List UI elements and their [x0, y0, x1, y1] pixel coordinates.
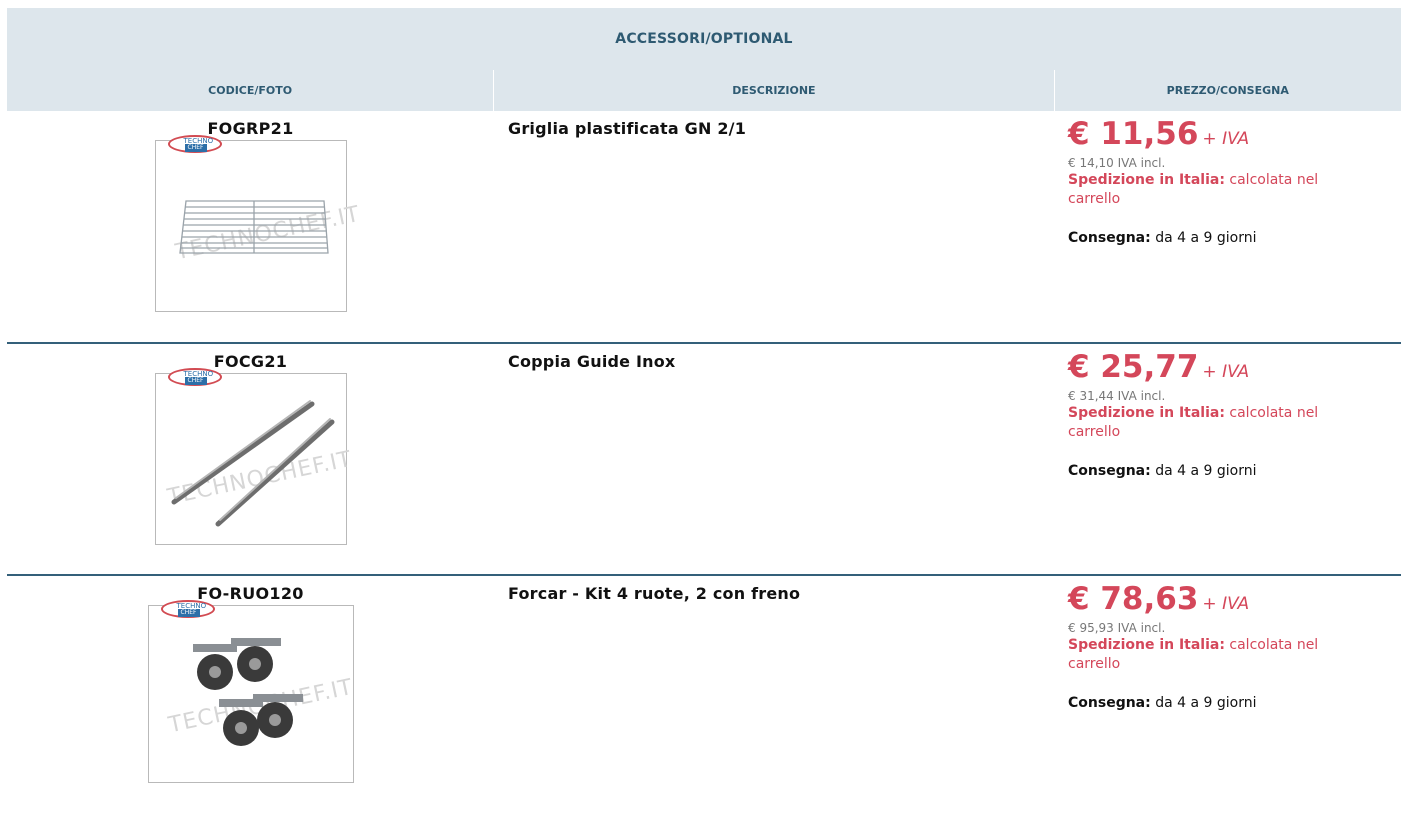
header-price: PREZZO/CONSEGNA [1055, 70, 1401, 111]
shipping-info: Spedizione in Italia: calcolata nel carr… [1068, 636, 1358, 674]
table-row: FOGRP21 TECHNO CHEF TECHNOCHEF.IT [7, 111, 1401, 344]
description-cell: Griglia plastificata GN 2/1 [494, 111, 1054, 344]
price-incl-vat: € 14,10 IVA incl. [1068, 156, 1401, 170]
iva-label: + IVA [1202, 594, 1249, 614]
shipping-info: Spedizione in Italia: calcolata nel carr… [1068, 171, 1358, 209]
description-cell: Forcar - Kit 4 ruote, 2 con freno [494, 576, 1054, 816]
shipping-info: Spedizione in Italia: calcolata nel carr… [1068, 404, 1358, 442]
product-description[interactable]: Forcar - Kit 4 ruote, 2 con freno [508, 584, 1054, 603]
code-photo-cell: FO-RUO120 TECHNO CHEF TECHNOCHEF.IT [7, 576, 494, 816]
price-incl-vat: € 31,44 IVA incl. [1068, 389, 1401, 403]
table-row: FO-RUO120 TECHNO CHEF TECHNOCHEF.IT [7, 576, 1401, 816]
price: € 78,63+ IVA [1068, 582, 1401, 621]
price-cell: € 11,56+ IVA € 14,10 IVA incl. Spedizion… [1054, 111, 1401, 344]
product-photo[interactable]: TECHNO CHEF TECHNOCHEF.IT [155, 140, 347, 312]
product-code[interactable]: FOCG21 [214, 352, 287, 371]
description-cell: Coppia Guide Inox [494, 344, 1054, 576]
iva-label: + IVA [1202, 362, 1249, 382]
caster-wheels-icon [149, 606, 353, 782]
table-title: ACCESSORI/OPTIONAL [7, 8, 1401, 70]
product-photo[interactable]: TECHNO CHEF TECHNOCHEF.IT [155, 373, 347, 545]
price-cell: € 25,77+ IVA € 31,44 IVA incl. Spedizion… [1054, 344, 1401, 576]
code-photo-cell: FOCG21 TECHNO CHEF TECHNOCHEF.IT [7, 344, 494, 576]
rail-guides-icon [156, 374, 346, 544]
delivery-info: Consegna: da 4 a 9 giorni [1068, 230, 1401, 246]
table-header-row: CODICE/FOTO DESCRIZIONE PREZZO/CONSEGNA [7, 70, 1401, 111]
table-row: FOCG21 TECHNO CHEF TECHNOCHEF.IT [7, 344, 1401, 576]
price-cell: € 78,63+ IVA € 95,93 IVA incl. Spedizion… [1054, 576, 1401, 816]
delivery-info: Consegna: da 4 a 9 giorni [1068, 695, 1401, 711]
price: € 25,77+ IVA [1068, 350, 1401, 389]
price: € 11,56+ IVA [1068, 117, 1401, 156]
product-description[interactable]: Coppia Guide Inox [508, 352, 1054, 371]
product-description[interactable]: Griglia plastificata GN 2/1 [508, 119, 1054, 138]
wire-grid-icon [156, 141, 346, 311]
iva-label: + IVA [1202, 129, 1249, 149]
delivery-info: Consegna: da 4 a 9 giorni [1068, 463, 1401, 479]
accessories-table: ACCESSORI/OPTIONAL CODICE/FOTO DESCRIZIO… [7, 8, 1401, 816]
price-incl-vat: € 95,93 IVA incl. [1068, 621, 1401, 635]
header-description: DESCRIZIONE [494, 70, 1054, 111]
code-photo-cell: FOGRP21 TECHNO CHEF TECHNOCHEF.IT [7, 111, 494, 344]
header-code: CODICE/FOTO [7, 70, 494, 111]
product-photo[interactable]: TECHNO CHEF TECHNOCHEF.IT [148, 605, 354, 783]
